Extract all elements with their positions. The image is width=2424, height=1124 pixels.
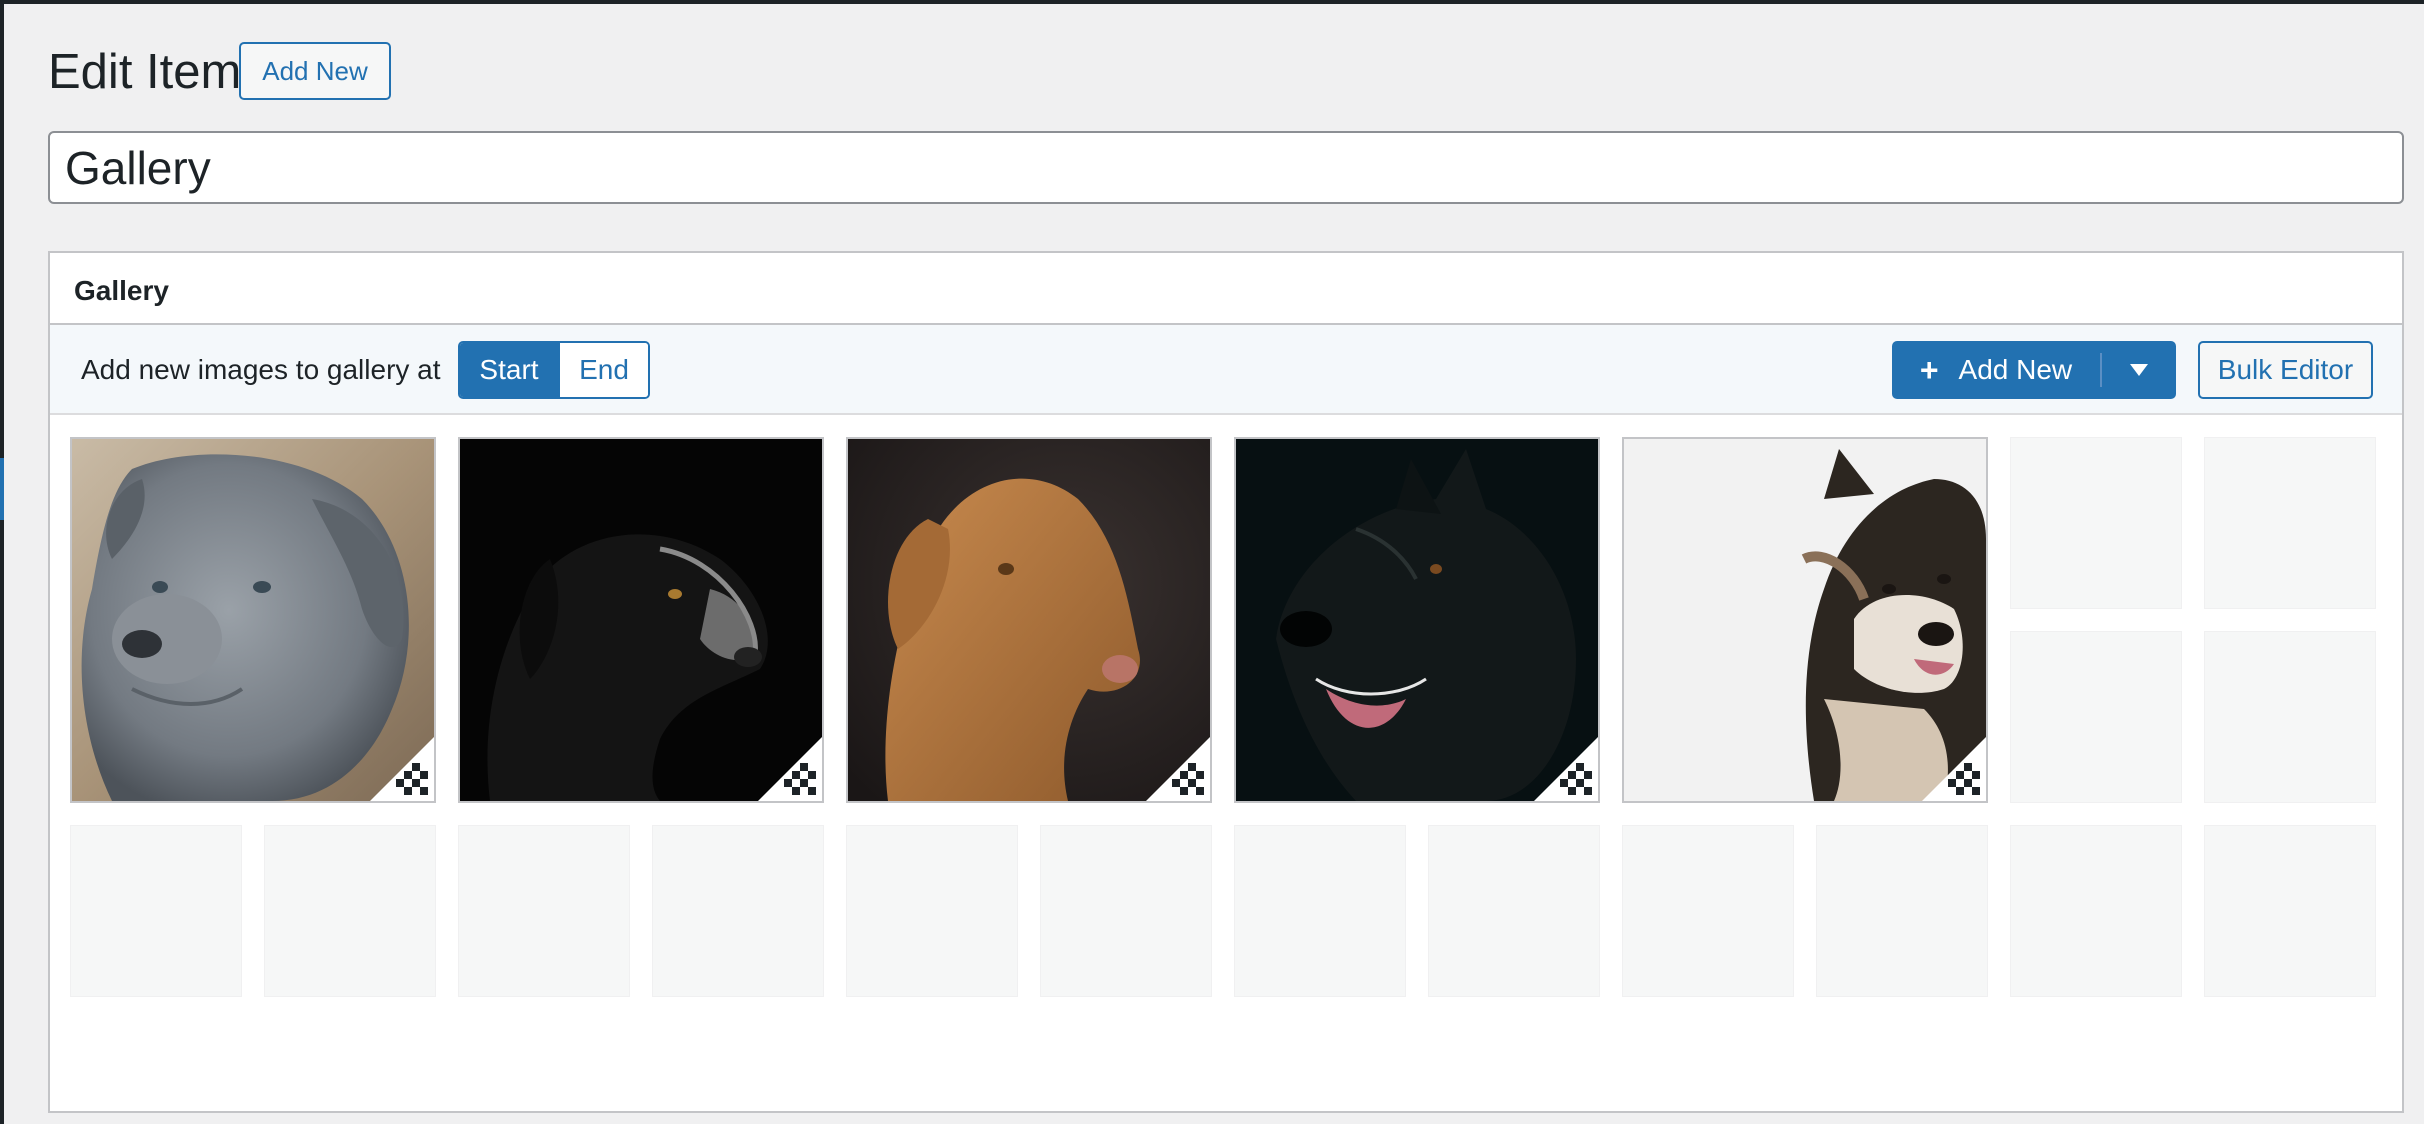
empty-gallery-slot xyxy=(2010,437,2182,609)
empty-gallery-slot xyxy=(2204,631,2376,803)
add-new-split-button: + Add New xyxy=(1892,341,2176,399)
admin-sidebar-active-marker xyxy=(0,458,4,520)
add-new-images-label: Add New xyxy=(1958,354,2073,385)
item-title-input[interactable] xyxy=(48,131,2404,204)
add-new-images-button[interactable]: + Add New xyxy=(1892,341,2100,399)
empty-gallery-slot xyxy=(1816,825,1988,997)
add-new-dropdown-toggle[interactable] xyxy=(2102,341,2176,399)
checker-resize-icon[interactable] xyxy=(1922,737,1986,801)
insert-at-start-button[interactable]: Start xyxy=(460,343,558,397)
caret-down-icon xyxy=(2130,364,2148,376)
empty-gallery-slot xyxy=(1622,825,1794,997)
empty-gallery-slot xyxy=(1234,825,1406,997)
empty-gallery-slot xyxy=(846,825,1018,997)
admin-sidebar-edge xyxy=(0,0,4,1124)
gallery-metabox-header: Gallery xyxy=(50,253,2402,325)
empty-gallery-slot xyxy=(652,825,824,997)
gallery-image-black-shepherd[interactable] xyxy=(1234,437,1600,803)
gallery-image-black-dog[interactable] xyxy=(458,437,824,803)
empty-gallery-slot xyxy=(2010,825,2182,997)
gallery-metabox: Gallery Add new images to gallery at Sta… xyxy=(48,251,2404,1113)
checker-resize-icon[interactable] xyxy=(1534,737,1598,801)
checker-resize-icon[interactable] xyxy=(758,737,822,801)
empty-gallery-slot xyxy=(2204,825,2376,997)
empty-gallery-slot xyxy=(1428,825,1600,997)
insert-position-toggle: Start End xyxy=(458,341,650,399)
insert-at-end-button[interactable]: End xyxy=(558,343,648,397)
page-title: Edit Item xyxy=(48,45,242,99)
checker-resize-icon[interactable] xyxy=(1146,737,1210,801)
gallery-toolbar: Add new images to gallery at Start End +… xyxy=(50,325,2402,415)
insert-position-label: Add new images to gallery at xyxy=(81,354,441,385)
gallery-image-husky-mix[interactable] xyxy=(1622,437,1988,803)
empty-gallery-slot xyxy=(458,825,630,997)
gallery-image-brown-vizsla[interactable] xyxy=(846,437,1212,803)
window-top-edge xyxy=(0,0,2424,4)
gallery-image-grey-puppy[interactable] xyxy=(70,437,436,803)
gallery-metabox-title: Gallery xyxy=(74,275,169,306)
plus-icon: + xyxy=(1919,352,1939,388)
empty-gallery-slot xyxy=(2010,631,2182,803)
bulk-editor-button[interactable]: Bulk Editor xyxy=(2198,341,2373,399)
empty-gallery-slot xyxy=(2204,437,2376,609)
empty-gallery-slot xyxy=(1040,825,1212,997)
empty-gallery-slot xyxy=(70,825,242,997)
page-add-new-button[interactable]: Add New xyxy=(239,42,391,100)
empty-gallery-slot xyxy=(264,825,436,997)
checker-resize-icon[interactable] xyxy=(370,737,434,801)
